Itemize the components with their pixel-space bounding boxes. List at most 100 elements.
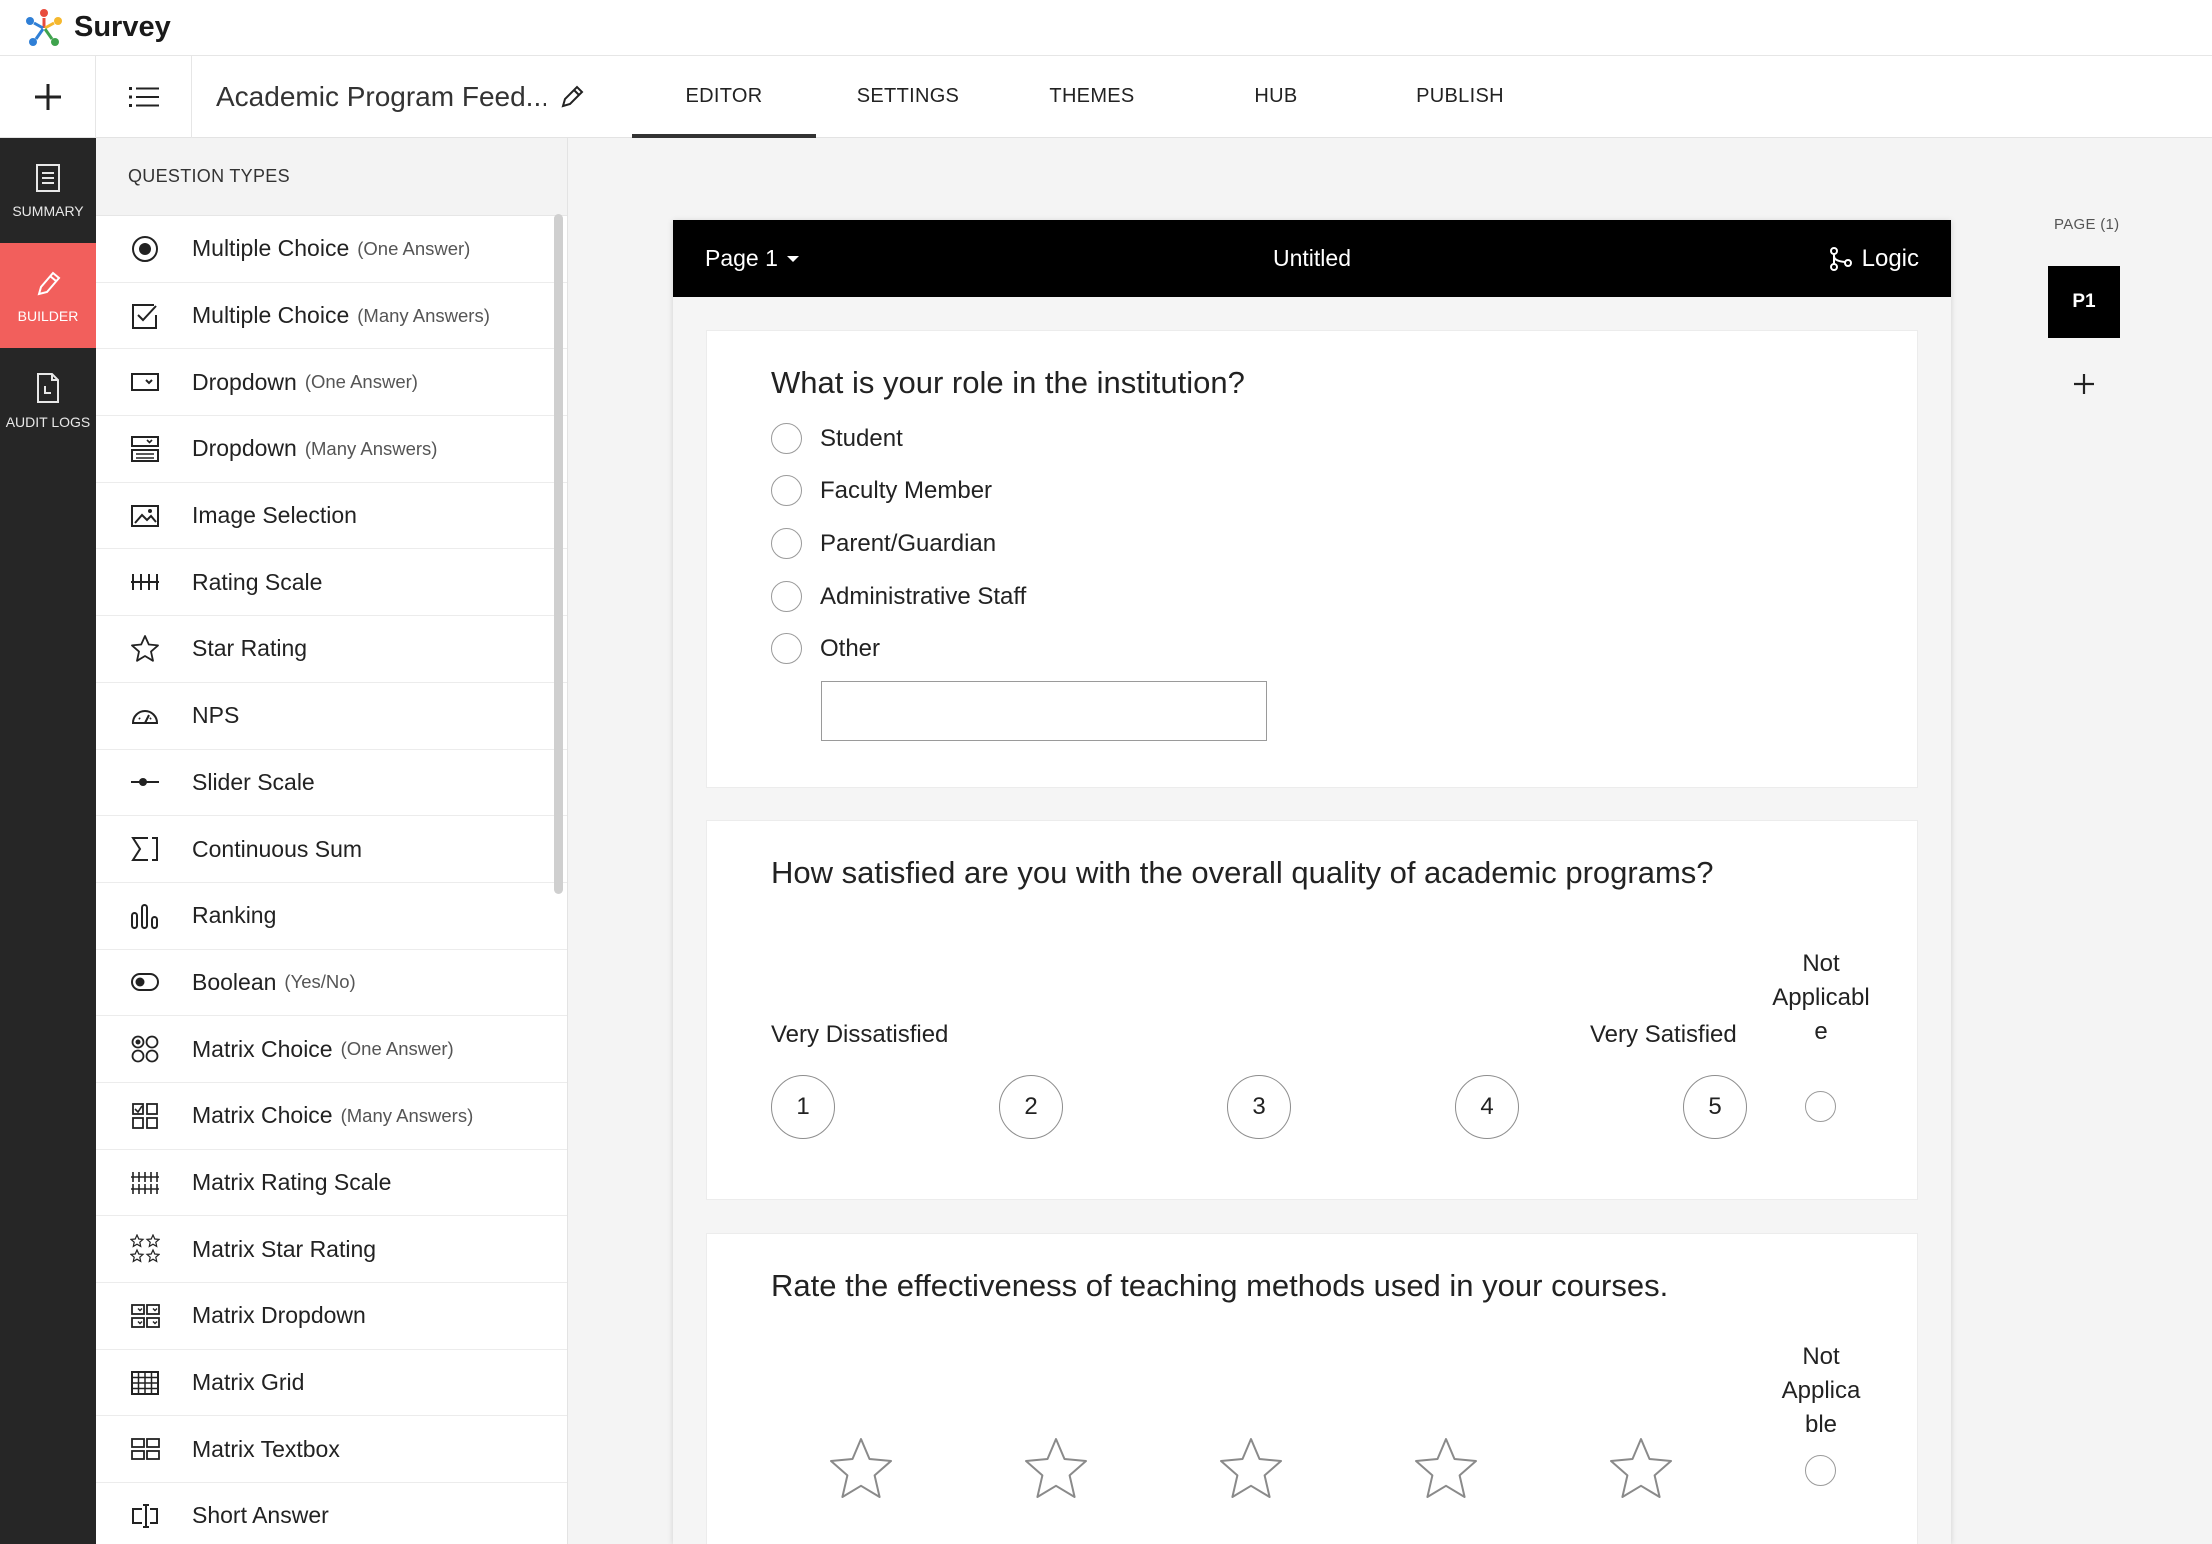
star-rating-star-5[interactable] — [1607, 1436, 1675, 1504]
radio-button[interactable] — [771, 423, 802, 454]
option-label: Faculty Member — [820, 476, 993, 504]
page-thumbnail-p1[interactable]: P1 — [2048, 266, 2120, 338]
rail-item-audit-logs[interactable]: AUDIT LOGS — [0, 348, 96, 453]
qtype-label: Matrix Grid — [192, 1369, 305, 1396]
scale-option-2[interactable]: 2 — [999, 1075, 1063, 1139]
qtype-label: Boolean — [192, 968, 277, 995]
qtype-matrix-star-rating[interactable]: Matrix Star Rating — [96, 1216, 567, 1283]
question-card-3[interactable]: Rate the effectiveness of teaching metho… — [706, 1233, 1918, 1544]
matrix-dropdown-icon — [130, 1301, 160, 1331]
rail-item-builder[interactable]: BUILDER — [0, 243, 96, 348]
qtype-sub: (Many Answers) — [357, 304, 490, 326]
scale-option-4[interactable]: 4 — [1455, 1075, 1519, 1139]
question-types-header: QUESTION TYPES — [96, 138, 567, 216]
tab-publish[interactable]: PUBLISH — [1368, 56, 1552, 138]
list-view-button[interactable] — [96, 55, 192, 138]
qtype-nps[interactable]: NPS — [96, 683, 567, 750]
question-title[interactable]: How satisfied are you with the overall q… — [771, 855, 1714, 891]
radio-button[interactable] — [771, 475, 802, 506]
star-rating-star-3[interactable] — [1217, 1436, 1285, 1504]
rail-label-builder: BUILDER — [17, 307, 79, 324]
logic-button[interactable]: Logic — [1828, 245, 1919, 273]
star-rating-star-2[interactable] — [1022, 1436, 1090, 1504]
page-title[interactable]: Untitled — [673, 245, 1951, 272]
qtype-multiple-choice-many[interactable]: Multiple Choice (Many Answers) — [96, 283, 567, 350]
scale-option-5[interactable]: 5 — [1683, 1075, 1747, 1139]
multi-dropdown-icon — [130, 434, 160, 464]
option-student[interactable]: Student — [771, 423, 903, 454]
scale-option-3[interactable]: 3 — [1227, 1075, 1291, 1139]
qtype-label: NPS — [192, 702, 240, 729]
checkbox-icon — [130, 301, 160, 331]
qtype-matrix-dropdown[interactable]: Matrix Dropdown — [96, 1283, 567, 1350]
qtype-boolean[interactable]: Boolean (Yes/No) — [96, 950, 567, 1017]
question-card-1[interactable]: What is your role in the institution? St… — [706, 330, 1918, 788]
radio-button[interactable] — [771, 633, 802, 664]
qtype-rating-scale[interactable]: Rating Scale — [96, 549, 567, 617]
qtype-label: Dropdown — [192, 368, 297, 395]
scale-low-label: Very Dissatisfied — [771, 1021, 949, 1048]
star-rating-star-1[interactable] — [827, 1436, 895, 1504]
radio-button[interactable] — [771, 528, 802, 559]
qtype-matrix-textbox[interactable]: Matrix Textbox — [96, 1416, 567, 1484]
qtype-dropdown-one[interactable]: Dropdown (One Answer) — [96, 349, 567, 417]
question-types-panel: QUESTION TYPES Multiple Choice (One Answ… — [96, 138, 568, 1544]
qtype-image-selection[interactable]: Image Selection — [96, 483, 567, 550]
survey-title[interactable]: Academic Program Feed... — [216, 81, 546, 113]
matrix-rating-icon — [130, 1167, 160, 1197]
add-page-plus-icon[interactable] — [2068, 368, 2100, 400]
question-types-list: Multiple Choice (One Answer) Multiple Ch… — [96, 216, 567, 1544]
dropdown-icon — [130, 367, 160, 397]
option-administrative-staff[interactable]: Administrative Staff — [771, 581, 1026, 612]
qtype-label: Matrix Choice — [192, 1102, 333, 1129]
option-parent-guardian[interactable]: Parent/Guardian — [771, 528, 996, 559]
qtype-multiple-choice-one[interactable]: Multiple Choice (One Answer) — [96, 216, 567, 283]
qtype-short-answer[interactable]: Short Answer — [96, 1483, 567, 1544]
qtype-ranking[interactable]: Ranking — [96, 883, 567, 950]
question-title[interactable]: Rate the effectiveness of teaching metho… — [771, 1268, 1668, 1304]
question-title[interactable]: What is your role in the institution? — [771, 365, 1245, 401]
qtype-star-rating[interactable]: Star Rating — [96, 616, 567, 683]
tab-themes[interactable]: THEMES — [1000, 56, 1184, 138]
image-icon — [130, 501, 160, 531]
edit-title-icon[interactable] — [558, 83, 586, 111]
qtype-sub: (One Answer) — [304, 371, 418, 393]
na-line: Applica — [1781, 1377, 1861, 1404]
tab-settings[interactable]: SETTINGS — [816, 56, 1000, 138]
qtype-continuous-sum[interactable]: Continuous Sum — [96, 816, 567, 883]
main-tabs: EDITOR SETTINGS THEMES HUB PUBLISH — [632, 56, 1552, 138]
qtype-label: Matrix Textbox — [192, 1435, 340, 1462]
option-faculty-member[interactable]: Faculty Member — [771, 475, 992, 506]
add-button[interactable] — [0, 55, 96, 138]
question-types-scrollbar[interactable] — [554, 214, 563, 894]
other-text-input[interactable] — [821, 681, 1267, 741]
qtype-sub: (Many Answers) — [340, 1104, 474, 1126]
not-applicable-radio[interactable] — [1805, 1455, 1836, 1486]
qtype-label: Matrix Star Rating — [192, 1235, 377, 1262]
editor-toolbar: Academic Program Feed... EDITOR SETTINGS… — [0, 55, 2212, 138]
star-rating-star-4[interactable] — [1412, 1436, 1480, 1504]
rail-item-summary[interactable]: SUMMARY — [0, 138, 96, 243]
qtype-sub: (Yes/No) — [284, 971, 356, 993]
option-other[interactable]: Other — [771, 633, 880, 664]
radio-icon — [130, 234, 160, 264]
qtype-slider-scale[interactable]: Slider Scale — [96, 750, 567, 817]
qtype-sub: (Many Answers) — [304, 437, 438, 459]
qtype-matrix-choice-many[interactable]: Matrix Choice (Many Answers) — [96, 1083, 567, 1150]
qtype-matrix-choice-one[interactable]: Matrix Choice (One Answer) — [96, 1016, 567, 1083]
tab-editor[interactable]: EDITOR — [632, 56, 816, 138]
na-line: e — [1814, 1018, 1828, 1045]
qtype-matrix-rating-scale[interactable]: Matrix Rating Scale — [96, 1150, 567, 1217]
option-label: Other — [820, 634, 881, 662]
option-label: Parent/Guardian — [820, 529, 997, 557]
qtype-label: Rating Scale — [192, 568, 323, 595]
question-card-2[interactable]: How satisfied are you with the overall q… — [706, 820, 1918, 1200]
radio-button[interactable] — [771, 581, 802, 612]
not-applicable-radio[interactable] — [1805, 1091, 1836, 1122]
qtype-dropdown-many[interactable]: Dropdown (Many Answers) — [96, 416, 567, 483]
toggle-icon — [130, 967, 160, 997]
qtype-matrix-grid[interactable]: Matrix Grid — [96, 1350, 567, 1417]
scale-option-1[interactable]: 1 — [771, 1075, 835, 1139]
tab-hub[interactable]: HUB — [1184, 56, 1368, 138]
qtype-label: Short Answer — [192, 1502, 329, 1529]
